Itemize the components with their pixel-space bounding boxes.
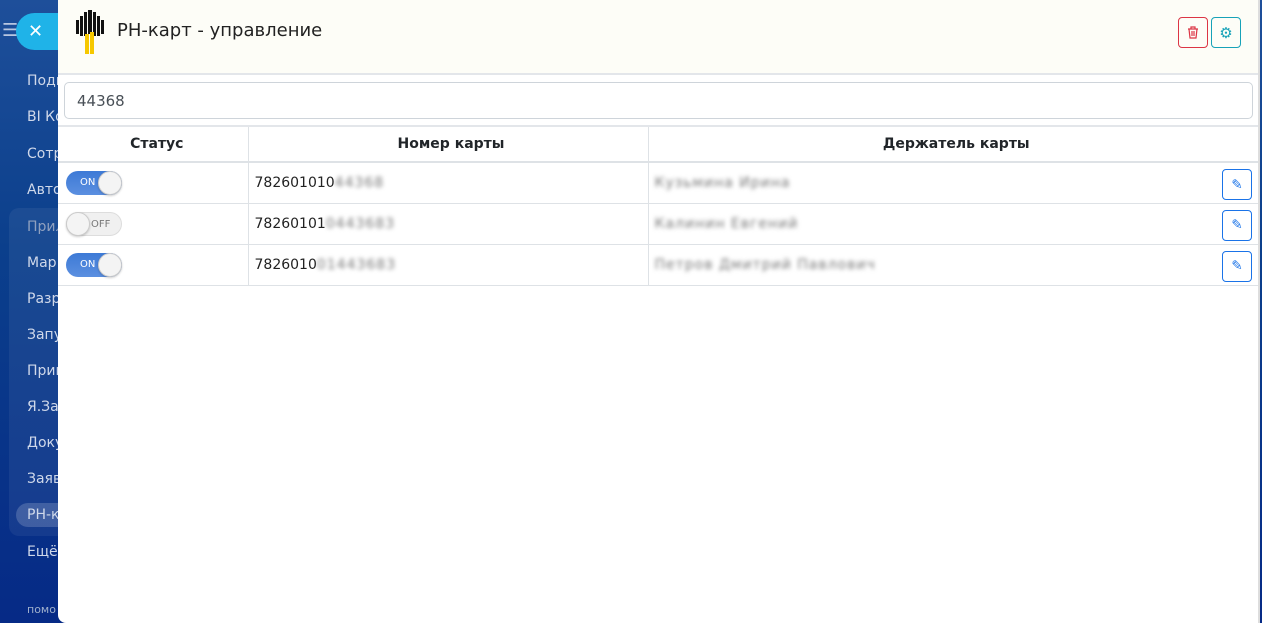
status-toggle[interactable]: OFF	[66, 211, 122, 236]
card-number: 78260101	[254, 215, 326, 232]
pencil-icon: ✎	[1231, 217, 1243, 232]
card-number-hidden: 01443683	[316, 256, 397, 273]
card-number-hidden: 44368	[334, 174, 385, 191]
column-header-card-number[interactable]: Номер карты	[247, 125, 648, 163]
toggle-label: ON	[80, 258, 96, 270]
sidebar-item[interactable]: Ещё	[27, 544, 58, 560]
status-toggle[interactable]: ON	[66, 252, 122, 277]
sidebar-item[interactable]: Разр	[27, 291, 60, 307]
card-number: 7826010	[254, 256, 317, 273]
sidebar-item[interactable]: Мар	[27, 255, 57, 271]
toggle-label: OFF	[91, 218, 111, 230]
card-holder: Калинин Евгений	[654, 215, 799, 232]
card-holder: Кузьмина Ирина	[654, 174, 791, 191]
column-header-status[interactable]: Статус	[58, 125, 248, 163]
sidebar-item[interactable]: Запу	[27, 327, 62, 343]
table-row: ON 78260101044368 Кузьмина Ирина ✎	[58, 162, 1258, 204]
gear-icon: ⚙	[1219, 24, 1233, 42]
sidebar-footer[interactable]: помо	[27, 603, 56, 616]
card-number: 782601010	[254, 174, 335, 191]
card-holder: Петров Дмитрий Павлович	[654, 256, 876, 273]
close-icon: ✕	[28, 21, 44, 42]
sidebar: ☰ ✕ Подк BI Ко Сотр Авто Прил Мар Разр З…	[0, 0, 76, 623]
pencil-icon: ✎	[1231, 176, 1243, 192]
toggle-label: ON	[80, 176, 96, 188]
edit-button[interactable]: ✎	[1222, 250, 1252, 282]
settings-button[interactable]: ⚙	[1211, 17, 1241, 48]
sidebar-item[interactable]: Я.За	[27, 399, 59, 415]
table-row: ON 782601001443683 Петров Дмитрий Павлов…	[58, 244, 1258, 286]
modal-header: РН-карт - управление ⚙	[58, 0, 1260, 75]
status-toggle[interactable]: ON	[66, 170, 122, 195]
edit-button[interactable]: ✎	[1222, 209, 1252, 241]
delete-button[interactable]	[1178, 17, 1208, 48]
cards-table: Статус Номер карты Держатель карты ON 78…	[58, 125, 1258, 286]
table-row: OFF 782601010443683 Калинин Евгений ✎	[58, 203, 1258, 245]
modal-title: РН-карт - управление	[117, 20, 323, 41]
rosneft-logo-icon	[76, 10, 104, 54]
pencil-icon: ✎	[1231, 258, 1243, 273]
search-input[interactable]	[64, 82, 1253, 119]
trash-icon	[1188, 26, 1198, 39]
edit-button[interactable]: ✎	[1222, 169, 1252, 200]
modal: РН-карт - управление ⚙ Статус Номер карт…	[58, 0, 1260, 623]
scrollbar[interactable]	[1258, 0, 1260, 623]
column-header-card-holder[interactable]: Держатель карты	[647, 125, 1258, 163]
sidebar-item[interactable]: Авто	[27, 182, 62, 198]
sidebar-item[interactable]: Заяв	[27, 471, 61, 487]
card-number-hidden: 0443683	[325, 215, 396, 232]
